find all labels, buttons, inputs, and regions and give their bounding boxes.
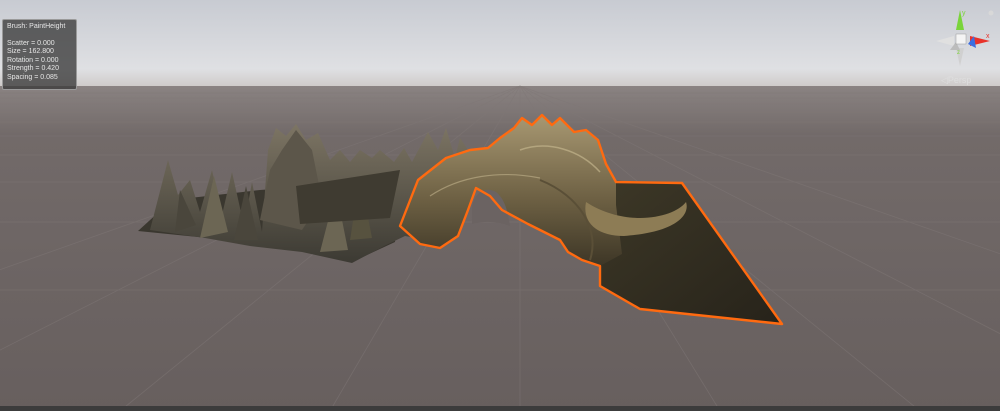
sky bbox=[0, 0, 1000, 92]
orientation-gizmo[interactable]: y x z bbox=[932, 8, 994, 74]
scene-view[interactable]: Brush: PaintHeight Scatter = 0.000 Size … bbox=[0, 0, 1000, 411]
scene-canvas[interactable] bbox=[0, 0, 1000, 411]
brush-rotation: Rotation = 0.000 bbox=[7, 56, 59, 64]
persp-label: ◁Persp bbox=[941, 75, 972, 85]
svg-text:y: y bbox=[962, 10, 966, 17]
svg-text:z: z bbox=[957, 50, 960, 56]
neg-x-cone-icon bbox=[936, 36, 954, 46]
projection-toggle[interactable]: ◁Persp bbox=[941, 75, 971, 86]
y-axis-cone-icon[interactable]: y bbox=[956, 10, 966, 30]
brush-size: Size = 162.800 bbox=[7, 48, 54, 56]
brush-strength: Strength = 0.420 bbox=[7, 65, 59, 73]
brush-spacing: Spacing = 0.085 bbox=[7, 73, 58, 81]
brush-scatter: Scatter = 0.000 bbox=[7, 39, 55, 47]
brush-title: Brush: PaintHeight bbox=[7, 23, 66, 30]
gizmo-center-cube bbox=[955, 33, 967, 45]
bottom-divider bbox=[0, 406, 1000, 411]
svg-text:x: x bbox=[986, 33, 990, 40]
ground-plane bbox=[0, 86, 1000, 411]
brush-info-panel: Brush: PaintHeight Scatter = 0.000 Size … bbox=[2, 19, 77, 90]
